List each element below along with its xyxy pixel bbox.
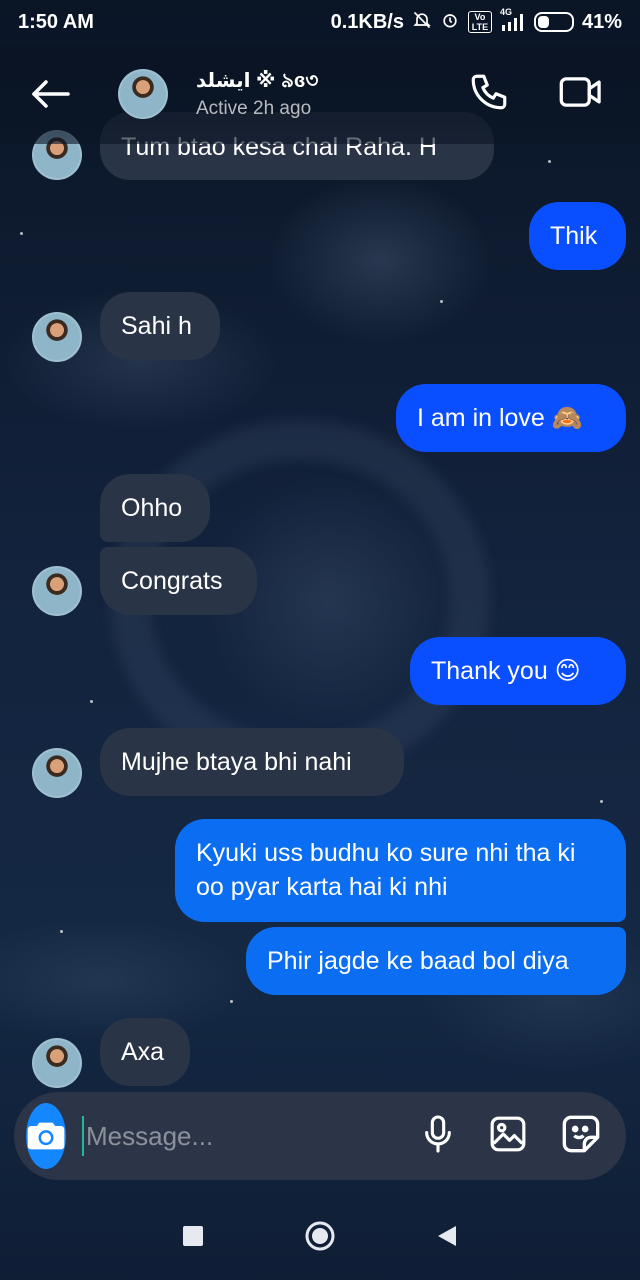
camera-button[interactable]	[26, 1103, 66, 1169]
outgoing-message[interactable]: Kyuki uss budhu ko sure nhi tha ki oo py…	[175, 819, 626, 922]
battery-icon	[533, 12, 574, 32]
square-icon	[183, 1225, 203, 1246]
image-icon	[490, 1116, 526, 1151]
background-star	[90, 700, 93, 703]
status-time: 1:50 AM	[18, 10, 94, 33]
sender-avatar	[32, 1038, 82, 1088]
status-bar: 1:50 AM 0.1KB/s Vo LTE 4G 41%	[0, 0, 640, 44]
back-arrow-icon	[32, 80, 70, 108]
incoming-message[interactable]: Mujhe btaya bhi nahi	[100, 728, 404, 796]
sender-avatar	[32, 312, 82, 362]
sticker-button[interactable]	[561, 1114, 601, 1159]
incoming-message[interactable]: Congrats	[100, 547, 257, 615]
alarm-icon	[440, 10, 460, 35]
battery-percent: 41%	[581, 10, 622, 33]
back-button[interactable]	[0, 44, 100, 144]
camera-icon	[27, 1122, 65, 1150]
status-icons: 0.1KB/s Vo LTE 4G 41%	[330, 7, 622, 35]
voice-call-button[interactable]	[468, 71, 510, 118]
signal-icon: 4G	[500, 7, 526, 31]
incoming-message[interactable]: Axa	[100, 1018, 190, 1086]
background-star	[20, 232, 23, 235]
video-camera-icon	[559, 76, 601, 107]
contact-avatar[interactable]	[118, 69, 168, 119]
contact-info[interactable]: ایشلد ※ ৯ɞ৩ Active 2h ago	[196, 68, 468, 120]
volte-icon: Vo LTE	[467, 11, 492, 33]
header-actions	[468, 71, 604, 118]
background-star	[600, 800, 603, 803]
home-button[interactable]	[304, 1220, 336, 1257]
background-star	[440, 300, 443, 303]
back-nav-button[interactable]	[436, 1224, 458, 1253]
incoming-message[interactable]: Sahi h	[100, 292, 220, 360]
phone-icon	[471, 74, 507, 109]
chat-header: ایشلد ※ ৯ɞ৩ Active 2h ago	[0, 44, 640, 144]
network-speed: 0.1KB/s	[330, 10, 404, 33]
outgoing-message[interactable]: Phir jagde ke baad bol diya	[246, 927, 626, 995]
outgoing-message[interactable]: I am in love 🙈	[396, 384, 626, 452]
network-type: 4G	[499, 7, 512, 17]
message-input[interactable]	[82, 1116, 421, 1156]
mute-bell-icon	[412, 10, 432, 35]
incoming-message[interactable]: Ohho	[100, 474, 210, 542]
background-star	[230, 1000, 233, 1003]
microphone-icon	[425, 1114, 451, 1153]
battery-fill	[537, 16, 549, 28]
message-composer	[14, 1092, 626, 1180]
triangle-back-icon	[438, 1225, 456, 1246]
background-star	[548, 160, 551, 163]
sender-avatar	[32, 566, 82, 616]
gallery-button[interactable]	[489, 1115, 527, 1158]
outgoing-message[interactable]: Thik	[529, 202, 626, 270]
outgoing-message[interactable]: Thank you 😊	[410, 637, 626, 705]
circle-icon	[305, 1221, 335, 1250]
sticker-icon	[562, 1115, 600, 1152]
composer-actions	[421, 1114, 601, 1159]
voice-message-button[interactable]	[421, 1114, 455, 1159]
recents-button[interactable]	[182, 1225, 204, 1252]
system-nav-bar	[0, 1196, 640, 1280]
contact-name: ایشلد ※ ৯ɞ৩	[196, 70, 319, 92]
sender-avatar	[32, 748, 82, 798]
video-call-button[interactable]	[558, 72, 604, 117]
contact-active-status: Active 2h ago	[196, 98, 312, 119]
background-star	[60, 930, 63, 933]
